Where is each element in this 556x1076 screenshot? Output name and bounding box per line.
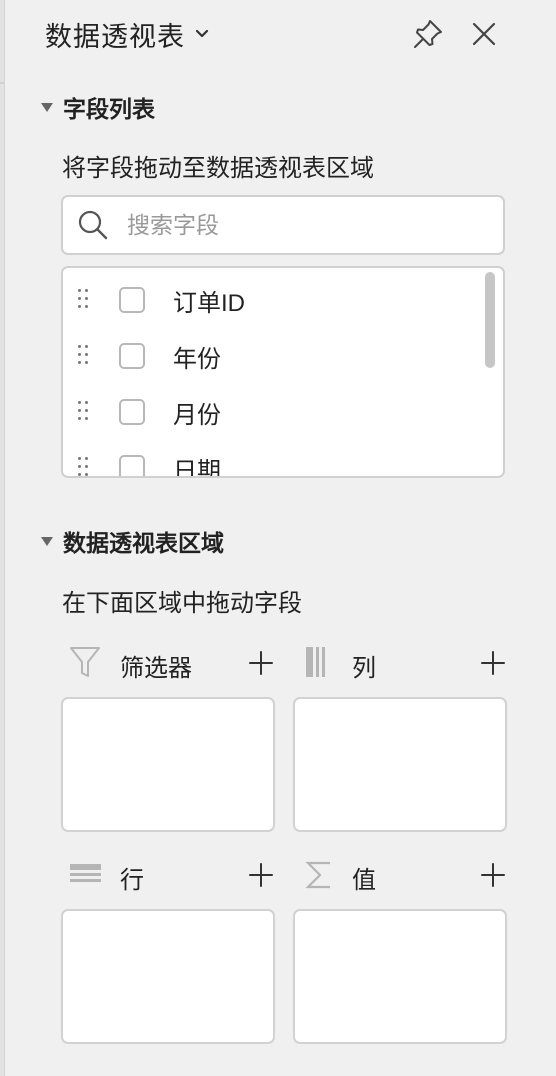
field-item-order-id[interactable]: 订单ID bbox=[63, 272, 483, 328]
rows-icon bbox=[70, 864, 101, 882]
field-label: 月份 bbox=[173, 401, 221, 429]
field-list-scrollbar[interactable] bbox=[485, 272, 495, 368]
sigma-icon bbox=[305, 861, 330, 889]
field-checkbox[interactable] bbox=[119, 455, 145, 476]
field-label: 日期 bbox=[173, 457, 221, 478]
drag-handle-icon[interactable] bbox=[78, 289, 92, 311]
close-icon[interactable] bbox=[467, 17, 501, 51]
rows-drop-zone[interactable] bbox=[61, 909, 275, 1044]
filters-drop-zone[interactable] bbox=[61, 697, 275, 832]
field-label: 年份 bbox=[173, 345, 221, 373]
field-list-title: 字段列表 bbox=[63, 96, 155, 122]
field-checkbox[interactable] bbox=[119, 343, 145, 369]
values-drop-zone[interactable] bbox=[293, 909, 507, 1044]
field-item-year[interactable]: 年份 bbox=[63, 328, 483, 384]
collapse-arrow-icon bbox=[41, 536, 53, 546]
panel-title: 数据透视表 bbox=[45, 21, 185, 52]
values-label: 值 bbox=[352, 867, 376, 894]
add-column-button[interactable] bbox=[479, 649, 507, 677]
field-list-section-toggle[interactable]: 字段列表 bbox=[41, 92, 155, 122]
field-item-date[interactable]: 日期 bbox=[63, 440, 483, 478]
chevron-down-icon bbox=[195, 29, 209, 38]
columns-icon bbox=[306, 647, 325, 677]
field-list-description: 将字段拖动至数据透视表区域 bbox=[62, 155, 374, 182]
columns-drop-zone[interactable] bbox=[293, 697, 507, 832]
filter-icon bbox=[70, 647, 100, 677]
pivot-table-panel: 数据透视表 字段列表 将字段拖动至数据透视表区域 订单ID bbox=[5, 0, 556, 1076]
search-box bbox=[61, 195, 505, 255]
areas-title: 数据透视表区域 bbox=[63, 530, 224, 556]
field-item-month[interactable]: 月份 bbox=[63, 384, 483, 440]
field-checkbox[interactable] bbox=[119, 287, 145, 313]
search-icon bbox=[78, 210, 108, 240]
filters-label: 筛选器 bbox=[120, 655, 192, 682]
columns-label: 列 bbox=[352, 655, 376, 682]
drag-handle-icon[interactable] bbox=[78, 457, 92, 476]
collapse-arrow-icon bbox=[41, 102, 53, 112]
field-list: 订单ID 年份 月份 日期 bbox=[61, 266, 505, 478]
add-filter-button[interactable] bbox=[247, 649, 275, 677]
field-label: 订单ID bbox=[173, 289, 245, 317]
panel-title-dropdown[interactable]: 数据透视表 bbox=[45, 14, 209, 54]
drag-handle-icon[interactable] bbox=[78, 345, 92, 367]
areas-section-toggle[interactable]: 数据透视表区域 bbox=[41, 526, 224, 556]
add-row-button[interactable] bbox=[247, 861, 275, 889]
add-value-button[interactable] bbox=[479, 861, 507, 889]
pin-icon[interactable] bbox=[411, 17, 445, 51]
rows-label: 行 bbox=[120, 867, 144, 894]
field-checkbox[interactable] bbox=[119, 399, 145, 425]
drag-handle-icon[interactable] bbox=[78, 401, 92, 423]
areas-description: 在下面区域中拖动字段 bbox=[62, 590, 302, 617]
search-input[interactable] bbox=[125, 210, 469, 240]
